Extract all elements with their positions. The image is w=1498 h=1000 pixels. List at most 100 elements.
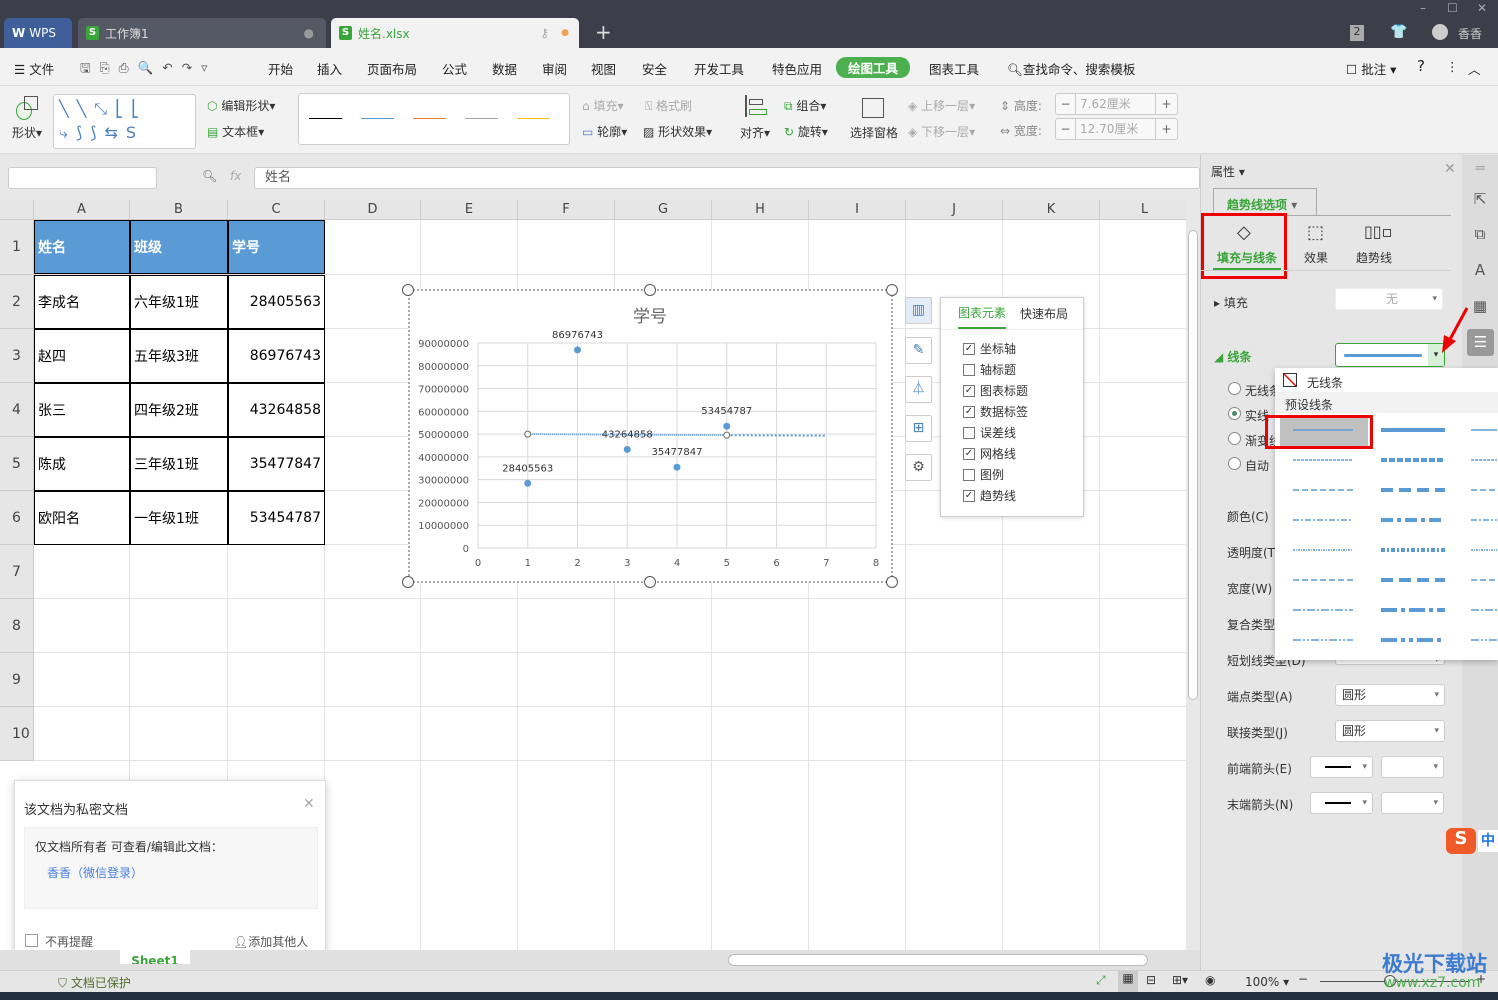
chart-style-button[interactable]: ✎ <box>905 337 932 364</box>
preset-line-option[interactable] <box>1293 607 1353 613</box>
panel-close-button[interactable]: ✕ <box>1444 161 1456 177</box>
checkbox[interactable] <box>963 468 975 481</box>
preset-line-option[interactable] <box>1471 487 1497 493</box>
eye-protect-icon[interactable]: ◉ <box>1205 973 1215 987</box>
radio-gradient-line[interactable] <box>1228 432 1241 445</box>
tab-chart-elements[interactable]: 图表元素 <box>958 298 1007 329</box>
radio-no-line[interactable] <box>1228 382 1241 395</box>
chart-element-1[interactable]: 轴标题 <box>941 359 1083 380</box>
chart-filter-button[interactable]: ⏃ <box>905 376 932 403</box>
checkbox[interactable] <box>963 426 975 439</box>
begin-arrow-size-select[interactable] <box>1381 756 1444 778</box>
line-section-toggle[interactable]: ◢ 线条 <box>1214 348 1251 365</box>
preset-line-option[interactable] <box>1471 427 1497 433</box>
drag-handle-icon[interactable]: ═ <box>1470 159 1490 179</box>
preset-line-option[interactable] <box>1381 427 1445 433</box>
checkbox[interactable] <box>963 363 975 376</box>
preset-line-option[interactable] <box>1381 577 1445 583</box>
preset-line-option[interactable] <box>1471 637 1497 643</box>
no-remind-checkbox[interactable] <box>25 934 38 947</box>
doc-protected-status[interactable]: ⛉ 文档已保护 <box>58 974 131 991</box>
chart-settings-button[interactable]: ⚙ <box>905 454 932 481</box>
preset-line-option[interactable] <box>1293 637 1353 643</box>
ime-mode-indicator[interactable]: 中 <box>1478 830 1498 852</box>
checkbox[interactable]: ✓ <box>963 342 975 355</box>
preset-line-option[interactable] <box>1381 517 1445 523</box>
fullscreen-icon[interactable]: ⤢ <box>1096 973 1106 988</box>
add-others-button[interactable]: 👤︎添加其他人 <box>233 933 308 950</box>
line-style-select[interactable]: ▾ <box>1335 343 1445 367</box>
table-icon[interactable]: ▦ <box>1470 297 1490 317</box>
popup-close-button[interactable]: ✕ <box>303 796 315 812</box>
preset-line-option[interactable] <box>1293 577 1353 583</box>
section-label: 趋势线选项 <box>1227 198 1288 212</box>
select-pointer-icon[interactable]: ⇱ <box>1470 190 1490 210</box>
trendline-options-tab[interactable]: 趋势线选项 ▾ <box>1213 188 1317 216</box>
shapes-icon[interactable]: ⧉ <box>1470 225 1490 245</box>
radio-auto-line[interactable] <box>1228 457 1241 470</box>
panel-title[interactable]: 属性 ▾ <box>1211 163 1245 180</box>
preset-line-option[interactable] <box>1293 427 1353 433</box>
data-point[interactable] <box>673 463 681 471</box>
data-point[interactable] <box>574 346 581 354</box>
checkbox[interactable]: ✓ <box>963 405 975 418</box>
chart-element-5[interactable]: ✓ 网格线 <box>941 443 1083 464</box>
preset-line-option[interactable] <box>1293 487 1353 493</box>
preset-line-option[interactable] <box>1381 487 1445 493</box>
no-line-option[interactable]: 无线条 <box>1307 374 1343 391</box>
preset-line-option[interactable] <box>1293 547 1353 553</box>
cap-type-select[interactable]: 圆形 <box>1335 684 1445 706</box>
page-layout-view-icon[interactable]: ⊞▾ <box>1172 973 1188 987</box>
preset-line-option[interactable] <box>1471 457 1497 463</box>
normal-view-icon[interactable]: ▦ <box>1118 971 1138 992</box>
sheet-tab-sheet1[interactable]: Sheet1 <box>120 950 190 964</box>
chart-element-7[interactable]: ✓ 趋势线 <box>941 485 1083 506</box>
tab-fill-and-line[interactable]: 填充与线条 <box>1217 249 1277 266</box>
trendline-handle[interactable] <box>524 430 532 438</box>
tab-trendline[interactable]: 趋势线 <box>1356 249 1392 266</box>
preset-line-option[interactable] <box>1471 577 1497 583</box>
preset-line-option[interactable] <box>1293 457 1353 463</box>
checkbox[interactable]: ✓ <box>963 447 975 460</box>
preset-line-option[interactable] <box>1471 517 1497 523</box>
chart-element-4[interactable]: 误差线 <box>941 422 1083 443</box>
chart-quick-layout-button[interactable]: ⊞ <box>905 415 932 442</box>
chart-element-3[interactable]: ✓ 数据标签 <box>941 401 1083 422</box>
fill-select[interactable]: 无 <box>1335 288 1443 310</box>
preset-line-option[interactable] <box>1293 517 1353 523</box>
tab-effects[interactable]: 效果 <box>1304 249 1328 266</box>
zoom-out-button[interactable]: − <box>1298 972 1308 986</box>
horizontal-scrollbar[interactable] <box>728 954 1148 966</box>
owner-link[interactable]: 香香（微信登录） <box>47 864 143 881</box>
preset-line-option[interactable] <box>1381 457 1445 463</box>
end-arrow-size-select[interactable] <box>1381 792 1444 814</box>
settings-sliders-icon[interactable]: ☰ <box>1467 329 1494 356</box>
text-style-icon[interactable]: A <box>1470 261 1490 281</box>
page-break-view-icon[interactable]: ⊟ <box>1146 973 1156 987</box>
zoom-level[interactable]: 100% ▾ <box>1245 975 1289 989</box>
radio-solid-line[interactable] <box>1228 407 1241 420</box>
preset-line-option[interactable] <box>1381 607 1445 613</box>
chart-element-0[interactable]: ✓ 坐标轴 <box>941 338 1083 359</box>
preset-line-option[interactable] <box>1471 607 1497 613</box>
chart-elements-button[interactable]: ▥ <box>905 297 932 324</box>
preset-line-option[interactable] <box>1471 547 1497 553</box>
chart-element-2[interactable]: ✓ 图表标题 <box>941 380 1083 401</box>
checkbox[interactable]: ✓ <box>963 384 975 397</box>
begin-arrow-type-select[interactable] <box>1310 756 1373 778</box>
tab-quick-layout[interactable]: 快速布局 <box>1020 305 1068 322</box>
sogou-ime-icon[interactable]: S <box>1446 828 1476 854</box>
checkbox[interactable]: ✓ <box>963 489 975 502</box>
trendline-handle[interactable] <box>723 431 731 439</box>
data-point[interactable] <box>723 422 731 430</box>
preset-line-option[interactable] <box>1381 637 1445 643</box>
chart-element-6[interactable]: 图例 <box>941 464 1083 485</box>
end-arrow-type-select[interactable] <box>1310 792 1373 814</box>
data-point[interactable] <box>623 445 631 453</box>
join-type-select[interactable]: 圆形 <box>1335 720 1445 742</box>
chart-title[interactable]: 学号 <box>633 302 667 327</box>
fill-section-toggle[interactable]: ▸ 填充 <box>1214 294 1248 311</box>
preset-line-option[interactable] <box>1381 547 1445 553</box>
data-point[interactable] <box>524 479 532 487</box>
vertical-scrollbar[interactable] <box>1186 200 1200 950</box>
